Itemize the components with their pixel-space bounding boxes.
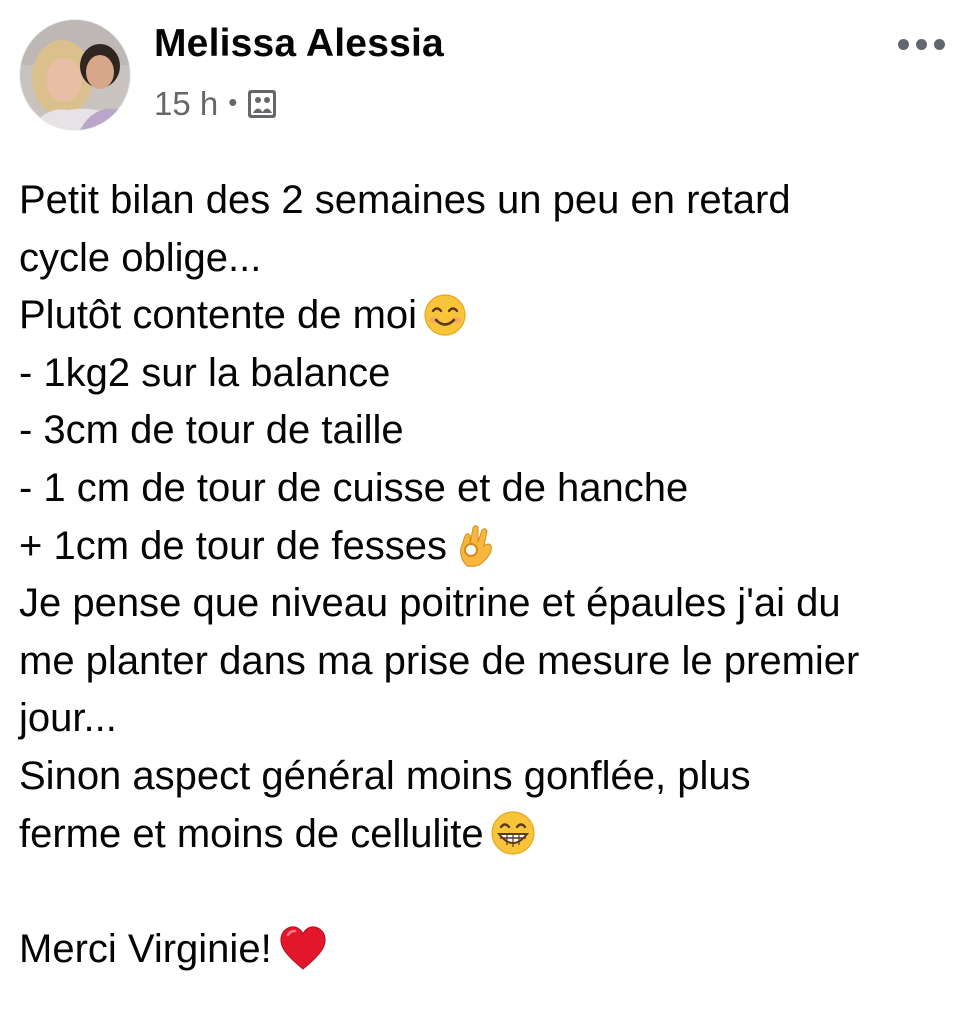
post-line: + 1cm de tour de fesses (19, 518, 964, 576)
post-line: - 1kg2 sur la balance (19, 350, 391, 395)
red-heart-emoji (278, 925, 328, 971)
photo-album-icon[interactable] (246, 88, 278, 120)
smiling-face-emoji (423, 293, 467, 337)
more-options-icon[interactable] (890, 24, 952, 64)
post-body: Petit bilan des 2 semaines un peu en ret… (19, 172, 964, 978)
post-line: me planter dans ma prise de mesure le pr… (19, 638, 860, 683)
post-line-blank (19, 863, 964, 921)
more-dot (897, 38, 909, 50)
post-line: cycle oblige... (19, 235, 262, 280)
post-timestamp[interactable]: 15 h (154, 85, 218, 123)
post-line: Merci Virginie! (19, 921, 964, 979)
post-line: - 1 cm de tour de cuisse et de hanche (19, 465, 689, 510)
author-name[interactable]: Melissa Alessia (154, 22, 444, 66)
post-meta: 15 h • (154, 82, 278, 126)
post-line: ferme et moins de cellulite (19, 806, 964, 864)
post-line: Sinon aspect général moins gonflée, plus (19, 753, 751, 798)
post-line: Petit bilan des 2 semaines un peu en ret… (19, 178, 791, 222)
more-dot (915, 38, 927, 50)
post-line: Je pense que niveau poitrine et épaules … (19, 581, 841, 626)
post-line: Plutôt contente de moi (19, 287, 964, 345)
more-dot (933, 38, 945, 50)
grinning-face-emoji (490, 810, 536, 856)
post-line: jour... (19, 696, 117, 741)
meta-separator: • (228, 86, 238, 117)
post-card: Melissa Alessia 15 h • Petit bilan des 2… (0, 0, 977, 1024)
ok-hand-emoji (453, 522, 497, 568)
avatar[interactable] (20, 20, 130, 130)
post-line: - 3cm de tour de taille (19, 408, 404, 453)
